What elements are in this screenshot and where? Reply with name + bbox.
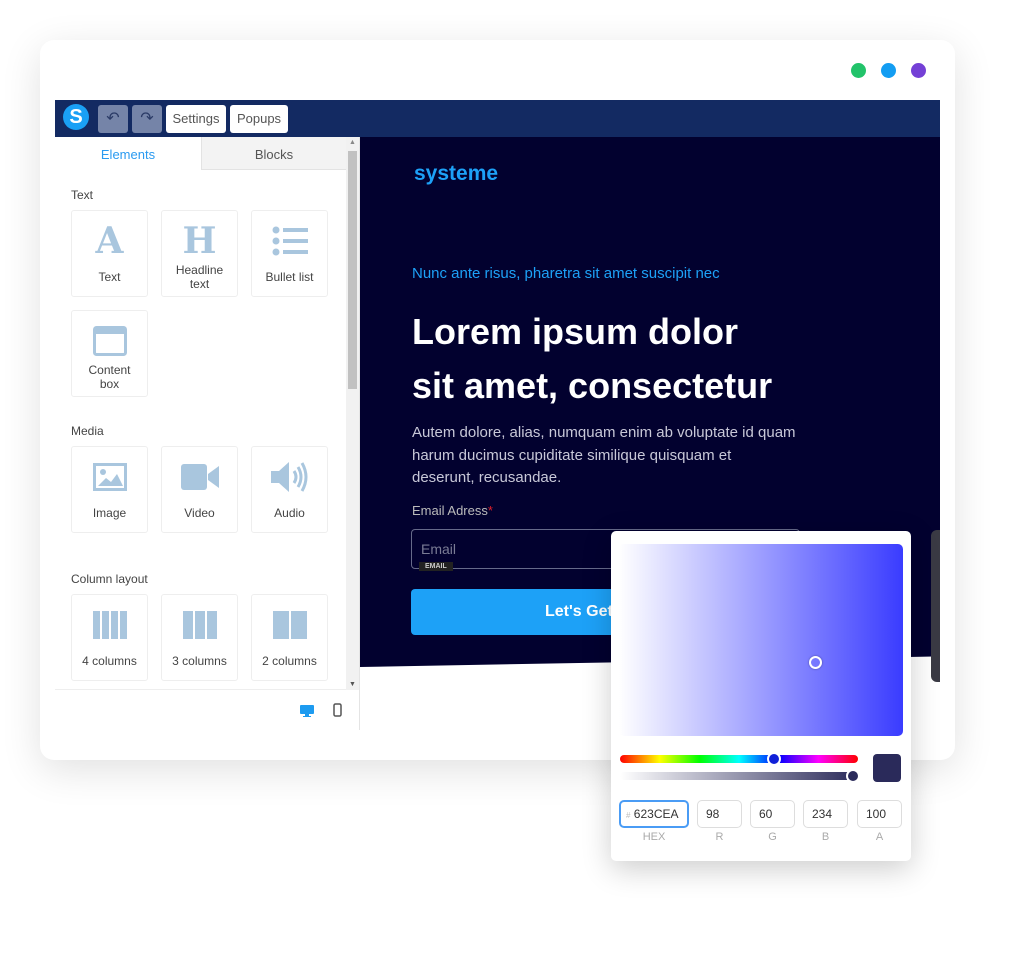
headline: Lorem ipsum dolor sit amet, consectetur [412,311,773,406]
popups-button[interactable]: Popups [230,105,288,133]
tab-blocks[interactable]: Blocks [201,137,346,170]
content-box-icon [72,323,147,359]
three-columns-icon [162,607,237,643]
element-video[interactable]: Video [161,446,238,533]
saturation-handle[interactable] [809,656,822,669]
video-icon [162,459,237,495]
mobile-view-button[interactable] [333,703,342,722]
section-column-layout: Column layout [71,572,148,586]
undo-icon: ↶ [106,110,120,127]
desktop-view-button[interactable] [300,704,314,722]
undo-button[interactable]: ↶ [98,105,128,133]
phone-mockup-edge [931,530,940,682]
element-3-columns[interactable]: 3 columns [161,594,238,681]
redo-button[interactable]: ↷ [132,105,162,133]
section-media: Media [71,424,104,438]
window-dot-purple [911,63,926,78]
elements-sidebar: Elements Blocks Text A Text H Headline tex… [55,137,360,730]
r-label: R [715,831,724,843]
element-image[interactable]: Image [71,446,148,533]
element-audio[interactable]: Audio [251,446,328,533]
element-content-box[interactable]: Content box [71,310,148,397]
a-input[interactable]: 100 [857,800,902,828]
hex-input[interactable]: # 623CEA [619,800,689,828]
sidebar-scrollbar[interactable]: ▲ ▼ [346,137,359,690]
r-input[interactable]: 98 [697,800,742,828]
mobile-icon [333,703,342,717]
letter-h-icon: H [182,220,217,262]
two-columns-icon [252,607,327,643]
element-4-columns[interactable]: 4 columns [71,594,148,681]
element-2-columns[interactable]: 2 columns [251,594,328,681]
a-label: A [875,831,884,843]
g-label: G [768,831,777,843]
window-dot-blue [881,63,896,78]
tab-elements[interactable]: Elements [55,137,201,170]
divider [55,689,346,690]
bullet-list-icon [252,223,327,259]
email-label: Email Adress* [412,503,493,518]
letter-a-icon: A [95,220,124,262]
window-dot-green [851,63,866,78]
section-text: Text [71,188,94,202]
hue-handle[interactable] [767,752,781,766]
four-columns-icon [72,607,147,643]
b-input[interactable]: 234 [803,800,848,828]
color-swatch [873,754,901,782]
email-field-tag: EMAIL [419,562,453,571]
element-bullet-list[interactable]: Bullet list [251,210,328,297]
saturation-area[interactable] [619,544,903,736]
body-text: Autem dolore, alias, numquam enim ab vol… [412,424,796,486]
image-icon [72,459,147,495]
redo-icon: ↷ [140,110,154,127]
element-text[interactable]: A Text [71,210,148,297]
systeme-logo[interactable]: S [63,104,89,130]
brand-logo: systeme [414,162,499,185]
element-headline[interactable]: H Headline text [161,210,238,297]
settings-button[interactable]: Settings [166,105,226,133]
alpha-slider[interactable] [620,769,860,783]
tagline: Nunc ante risus, pharetra sit amet susci… [412,265,720,282]
g-input[interactable]: 60 [750,800,795,828]
audio-icon [252,459,327,495]
color-picker: # 623CEA 98 60 234 100 HEX R G B A [611,531,911,861]
desktop-icon [300,705,314,717]
alpha-handle[interactable] [846,769,860,783]
hex-label: HEX [642,831,666,843]
hue-slider[interactable] [620,752,858,766]
b-label: B [821,831,830,843]
